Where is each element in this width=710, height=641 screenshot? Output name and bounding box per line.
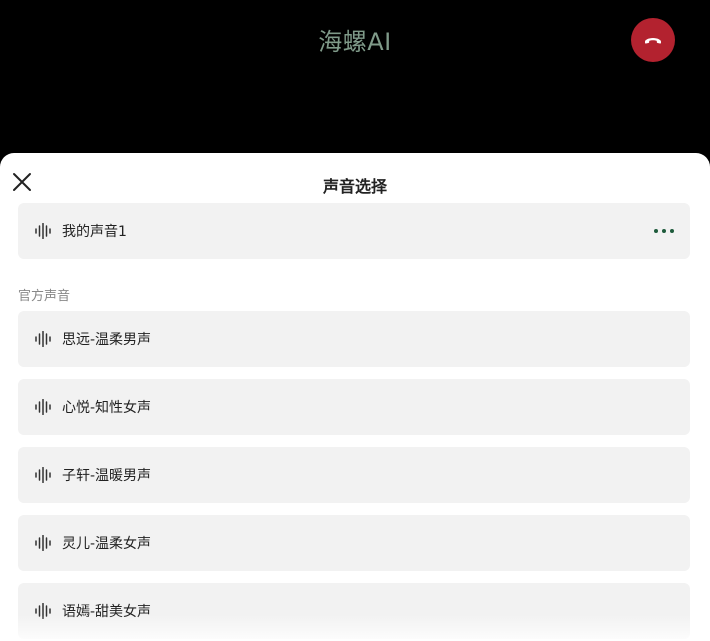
voice-label: 我的声音1	[62, 224, 127, 240]
sound-wave-icon	[35, 223, 51, 239]
voice-item[interactable]: 语嫣-甜美女声	[18, 583, 690, 639]
voice-item[interactable]: 灵儿-温柔女声	[18, 515, 690, 571]
more-icon	[654, 229, 658, 233]
voice-item[interactable]: 心悦-知性女声	[18, 379, 690, 435]
sound-wave-icon	[35, 467, 51, 483]
voice-label: 思远-温柔男声	[62, 332, 152, 348]
call-header: 海螺AI	[0, 0, 710, 153]
voice-select-sheet: 声音选择 我的声音1 官方声音 思远-温柔男声 心悦-知性女声 子轩-温暖男声	[0, 153, 710, 641]
section-label-official: 官方声音	[18, 289, 71, 304]
sound-wave-icon	[35, 535, 51, 551]
voice-item[interactable]: 思远-温柔男声	[18, 311, 690, 367]
voice-label: 语嫣-甜美女声	[62, 604, 152, 620]
voice-label: 子轩-温暖男声	[62, 468, 152, 484]
app-title: 海螺AI	[318, 28, 392, 56]
sheet-header: 声音选择	[0, 153, 710, 207]
sheet-title: 声音选择	[322, 177, 387, 196]
sound-wave-icon	[35, 603, 51, 619]
my-voice-item[interactable]: 我的声音1	[18, 203, 690, 259]
hangup-button[interactable]	[631, 18, 675, 62]
voice-item[interactable]: 子轩-温暖男声	[18, 447, 690, 503]
voice-label: 灵儿-温柔女声	[62, 536, 152, 552]
voice-label: 心悦-知性女声	[62, 400, 152, 416]
sound-wave-icon	[35, 331, 51, 347]
phone-hangup-icon	[645, 38, 661, 44]
sound-wave-icon	[35, 399, 51, 415]
more-options-button[interactable]	[654, 224, 674, 238]
